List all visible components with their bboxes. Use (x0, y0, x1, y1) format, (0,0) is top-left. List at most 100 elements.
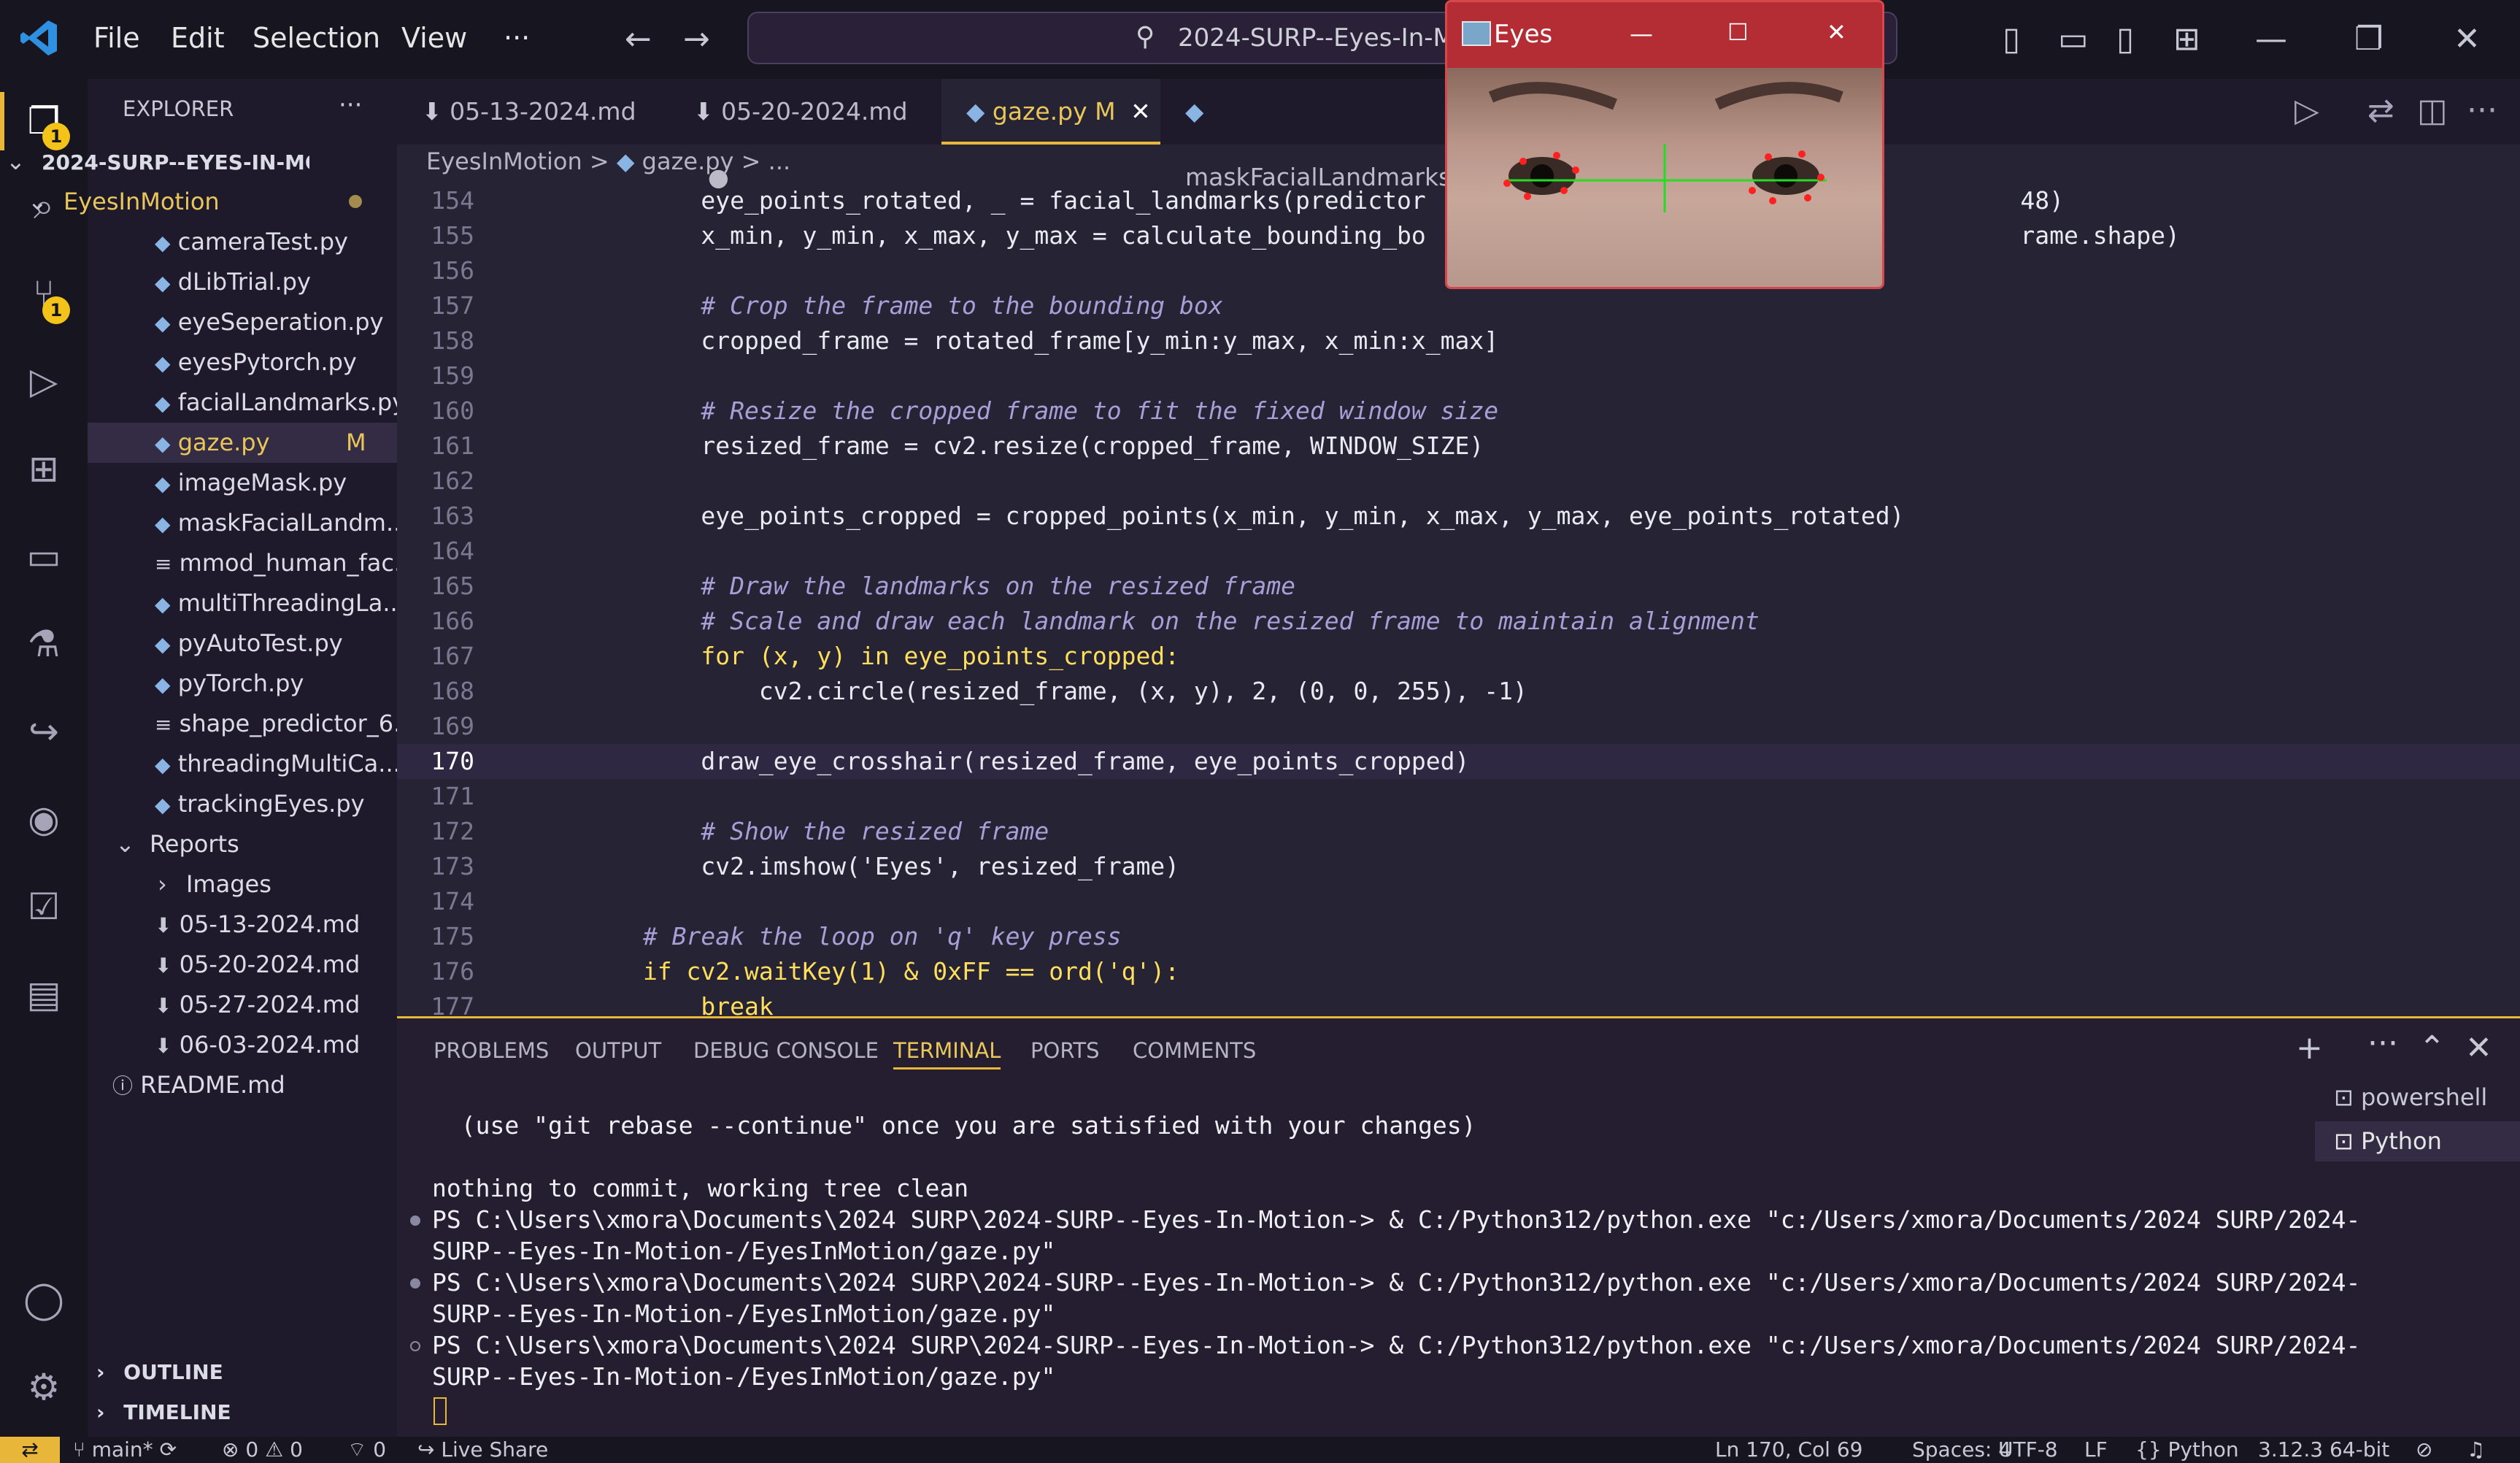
window-close-icon[interactable]: ✕ (2454, 20, 2481, 58)
settings-gear-icon[interactable]: ⚙ (18, 1361, 70, 1413)
python-interpreter[interactable]: 3.12.3 64-bit (2258, 1437, 2389, 1463)
encoding[interactable]: UTF-8 (1998, 1437, 2058, 1463)
problems-status[interactable]: ⊗ 0 ⚠ 0 (222, 1437, 303, 1463)
explorer-more-icon[interactable]: ··· (339, 91, 362, 120)
window-restore-icon[interactable]: ❐ (2354, 20, 2383, 58)
code-line[interactable]: 167 for (x, y) in eye_points_cropped: (397, 639, 2520, 674)
code-line[interactable]: 175 # Break the loop on 'q' key press (397, 919, 2520, 954)
file-item[interactable]: ◆ multiThreadingLa... (88, 583, 397, 623)
split-editor-icon[interactable]: ◫ (2417, 92, 2448, 129)
close-tab-icon[interactable]: ✕ (1130, 97, 1151, 126)
file-item[interactable]: ◆ facialLandmarks.py (88, 383, 397, 423)
eyes-maximize-icon[interactable]: ☐ (1727, 18, 1749, 46)
accounts-icon[interactable]: ◯ (18, 1273, 70, 1326)
remote-indicator-icon[interactable]: ⇄ (0, 1437, 60, 1463)
tab-maskfaciallandmarks[interactable]: ◆ maskFacialLandmarks (1160, 79, 1467, 191)
remote-explorer-icon[interactable]: ▭ (18, 530, 70, 583)
editor-more-icon[interactable]: ··· (2467, 92, 2497, 129)
code-line[interactable]: 173 cv2.imshow('Eyes', resized_frame) (397, 849, 2520, 884)
eyes-minimize-icon[interactable]: — (1630, 20, 1653, 47)
code-line[interactable]: 166 # Scale and draw each landmark on th… (397, 604, 2520, 639)
open-changes-icon[interactable]: ⇄ (2367, 92, 2394, 129)
file-item[interactable]: ◆ dLibTrial.py (88, 262, 397, 302)
workspace-root[interactable]: ⌄ 2024-SURP--EYES-IN-MOT... (0, 142, 309, 182)
code-line[interactable]: 163 eye_points_cropped = cropped_points(… (397, 499, 2520, 534)
code-line[interactable]: 176 if cv2.waitKey(1) & 0xFF == ord('q')… (397, 954, 2520, 989)
tab-gaze-active[interactable]: ◆ gaze.py M ✕ (941, 79, 1160, 145)
code-line[interactable]: 169 (397, 709, 2520, 744)
folder-images[interactable]: › Images (88, 864, 397, 905)
copilot-icon[interactable]: ⊘ (2416, 1437, 2432, 1463)
file-item[interactable]: ⬇ 05-27-2024.md (88, 985, 397, 1025)
outline-section[interactable]: › OUTLINE (88, 1352, 397, 1392)
code-line[interactable]: 158 cropped_frame = rotated_frame[y_min:… (397, 323, 2520, 358)
language-mode[interactable]: {} Python (2135, 1437, 2239, 1463)
terminal-instance-powershell[interactable]: ⊡ powershell (2315, 1078, 2520, 1118)
code-line[interactable]: 168 cv2.circle(resized_frame, (x, y), 2,… (397, 674, 2520, 709)
cursor-position[interactable]: Ln 170, Col 69 (1715, 1437, 1862, 1463)
panel-more-icon[interactable]: ··· (2367, 1025, 2398, 1062)
file-item[interactable]: ⬇ 06-03-2024.md (88, 1025, 397, 1065)
file-item[interactable]: ◆ trackingEyes.py (88, 784, 397, 824)
tab-problems[interactable]: PROBLEMS (434, 1038, 549, 1063)
code-line[interactable]: 171 (397, 779, 2520, 814)
indentation[interactable]: Spaces: 4 (1912, 1437, 2011, 1463)
file-item[interactable]: ≡ mmod_human_fac... (88, 543, 397, 583)
command-decoration-dot[interactable] (410, 1216, 420, 1226)
todo-icon[interactable]: ☑ (18, 880, 70, 933)
file-item-active[interactable]: ◆ gaze.py M (88, 423, 397, 463)
tab-ports[interactable]: PORTS (1030, 1038, 1099, 1063)
menu-view[interactable]: View (401, 22, 467, 54)
menu-more[interactable]: ··· (504, 22, 530, 54)
testing-icon[interactable]: ⚗ (18, 618, 70, 670)
extensions-icon[interactable]: ⊞ (18, 442, 70, 495)
terminal-instance-python[interactable]: ⊡ Python (2315, 1121, 2520, 1161)
new-terminal-icon[interactable]: + (2296, 1029, 2323, 1067)
toggle-secondary-sidebar-icon[interactable]: ▯ (2116, 20, 2134, 58)
run-debug-icon[interactable]: ▷ (18, 355, 70, 407)
close-panel-icon[interactable]: ✕ (2465, 1029, 2492, 1067)
eyes-window[interactable]: Eyes — ☐ ✕ (1445, 0, 1884, 289)
tab-debug-console[interactable]: DEBUG CONSOLE (693, 1038, 879, 1063)
code-line[interactable]: 165 # Draw the landmarks on the resized … (397, 569, 2520, 604)
ports-status[interactable]: ⌔ 0 (347, 1437, 386, 1463)
command-decoration-dot[interactable] (410, 1341, 420, 1351)
file-item[interactable]: ◆ eyeSeperation.py (88, 302, 397, 342)
tab-comments[interactable]: COMMENTS (1133, 1038, 1256, 1063)
forward-arrow-icon[interactable]: → (683, 20, 710, 58)
code-line[interactable]: 159 (397, 358, 2520, 393)
file-item[interactable]: ◆ threadingMultiCa... (88, 744, 397, 784)
run-file-icon[interactable]: ▷ (2294, 92, 2319, 129)
toggle-sidebar-icon[interactable]: ▯ (2003, 20, 2020, 58)
live-share-status[interactable]: ↪ Live Share (417, 1437, 548, 1463)
code-line[interactable]: 172 # Show the resized frame (397, 814, 2520, 849)
file-item[interactable]: ≡ shape_predictor_6... (88, 704, 397, 744)
file-item[interactable]: ◆ pyAutoTest.py (88, 623, 397, 664)
file-item[interactable]: ⬇ 05-13-2024.md (88, 905, 397, 945)
notifications-bell-icon[interactable]: ♫ (2467, 1437, 2485, 1463)
customize-layout-icon[interactable]: ⊞ (2173, 20, 2200, 58)
folder-reports[interactable]: ⌄ Reports (88, 824, 397, 864)
file-item[interactable]: ⓘ README.md (88, 1065, 397, 1105)
file-item[interactable]: ◆ cameraTest.py (88, 222, 397, 262)
file-item[interactable]: ⬇ 05-20-2024.md (88, 945, 397, 985)
folder-eyesinmotion[interactable]: ⌄ EyesInMotion (0, 182, 309, 222)
file-item[interactable]: ◆ eyesPytorch.py (88, 342, 397, 383)
code-line[interactable]: 170 draw_eye_crosshair(resized_frame, ey… (397, 744, 2520, 779)
code-line[interactable]: 162 (397, 464, 2520, 499)
toggle-panel-icon[interactable]: ▭ (2058, 20, 2089, 58)
file-item[interactable]: ◆ pyTorch.py (88, 664, 397, 704)
tab-05-20[interactable]: ⬇ 05-20-2024.md ● (668, 79, 940, 191)
code-line[interactable]: 161 resized_frame = cv2.resize(cropped_f… (397, 429, 2520, 464)
tab-terminal[interactable]: TERMINAL (893, 1038, 1001, 1070)
file-item[interactable]: ◆ maskFacialLandm... (88, 503, 397, 543)
github-icon[interactable]: ◉ (18, 793, 70, 845)
eyes-close-icon[interactable]: ✕ (1827, 18, 1846, 46)
back-arrow-icon[interactable]: ← (625, 20, 652, 58)
file-item[interactable]: ◆ imageMask.py (88, 463, 397, 503)
menu-selection[interactable]: Selection (253, 22, 380, 54)
menu-edit[interactable]: Edit (171, 22, 225, 54)
tab-output[interactable]: OUTPUT (575, 1038, 661, 1063)
chat-icon[interactable]: ▤ (18, 968, 70, 1021)
live-share-icon[interactable]: ↪ (18, 705, 70, 758)
